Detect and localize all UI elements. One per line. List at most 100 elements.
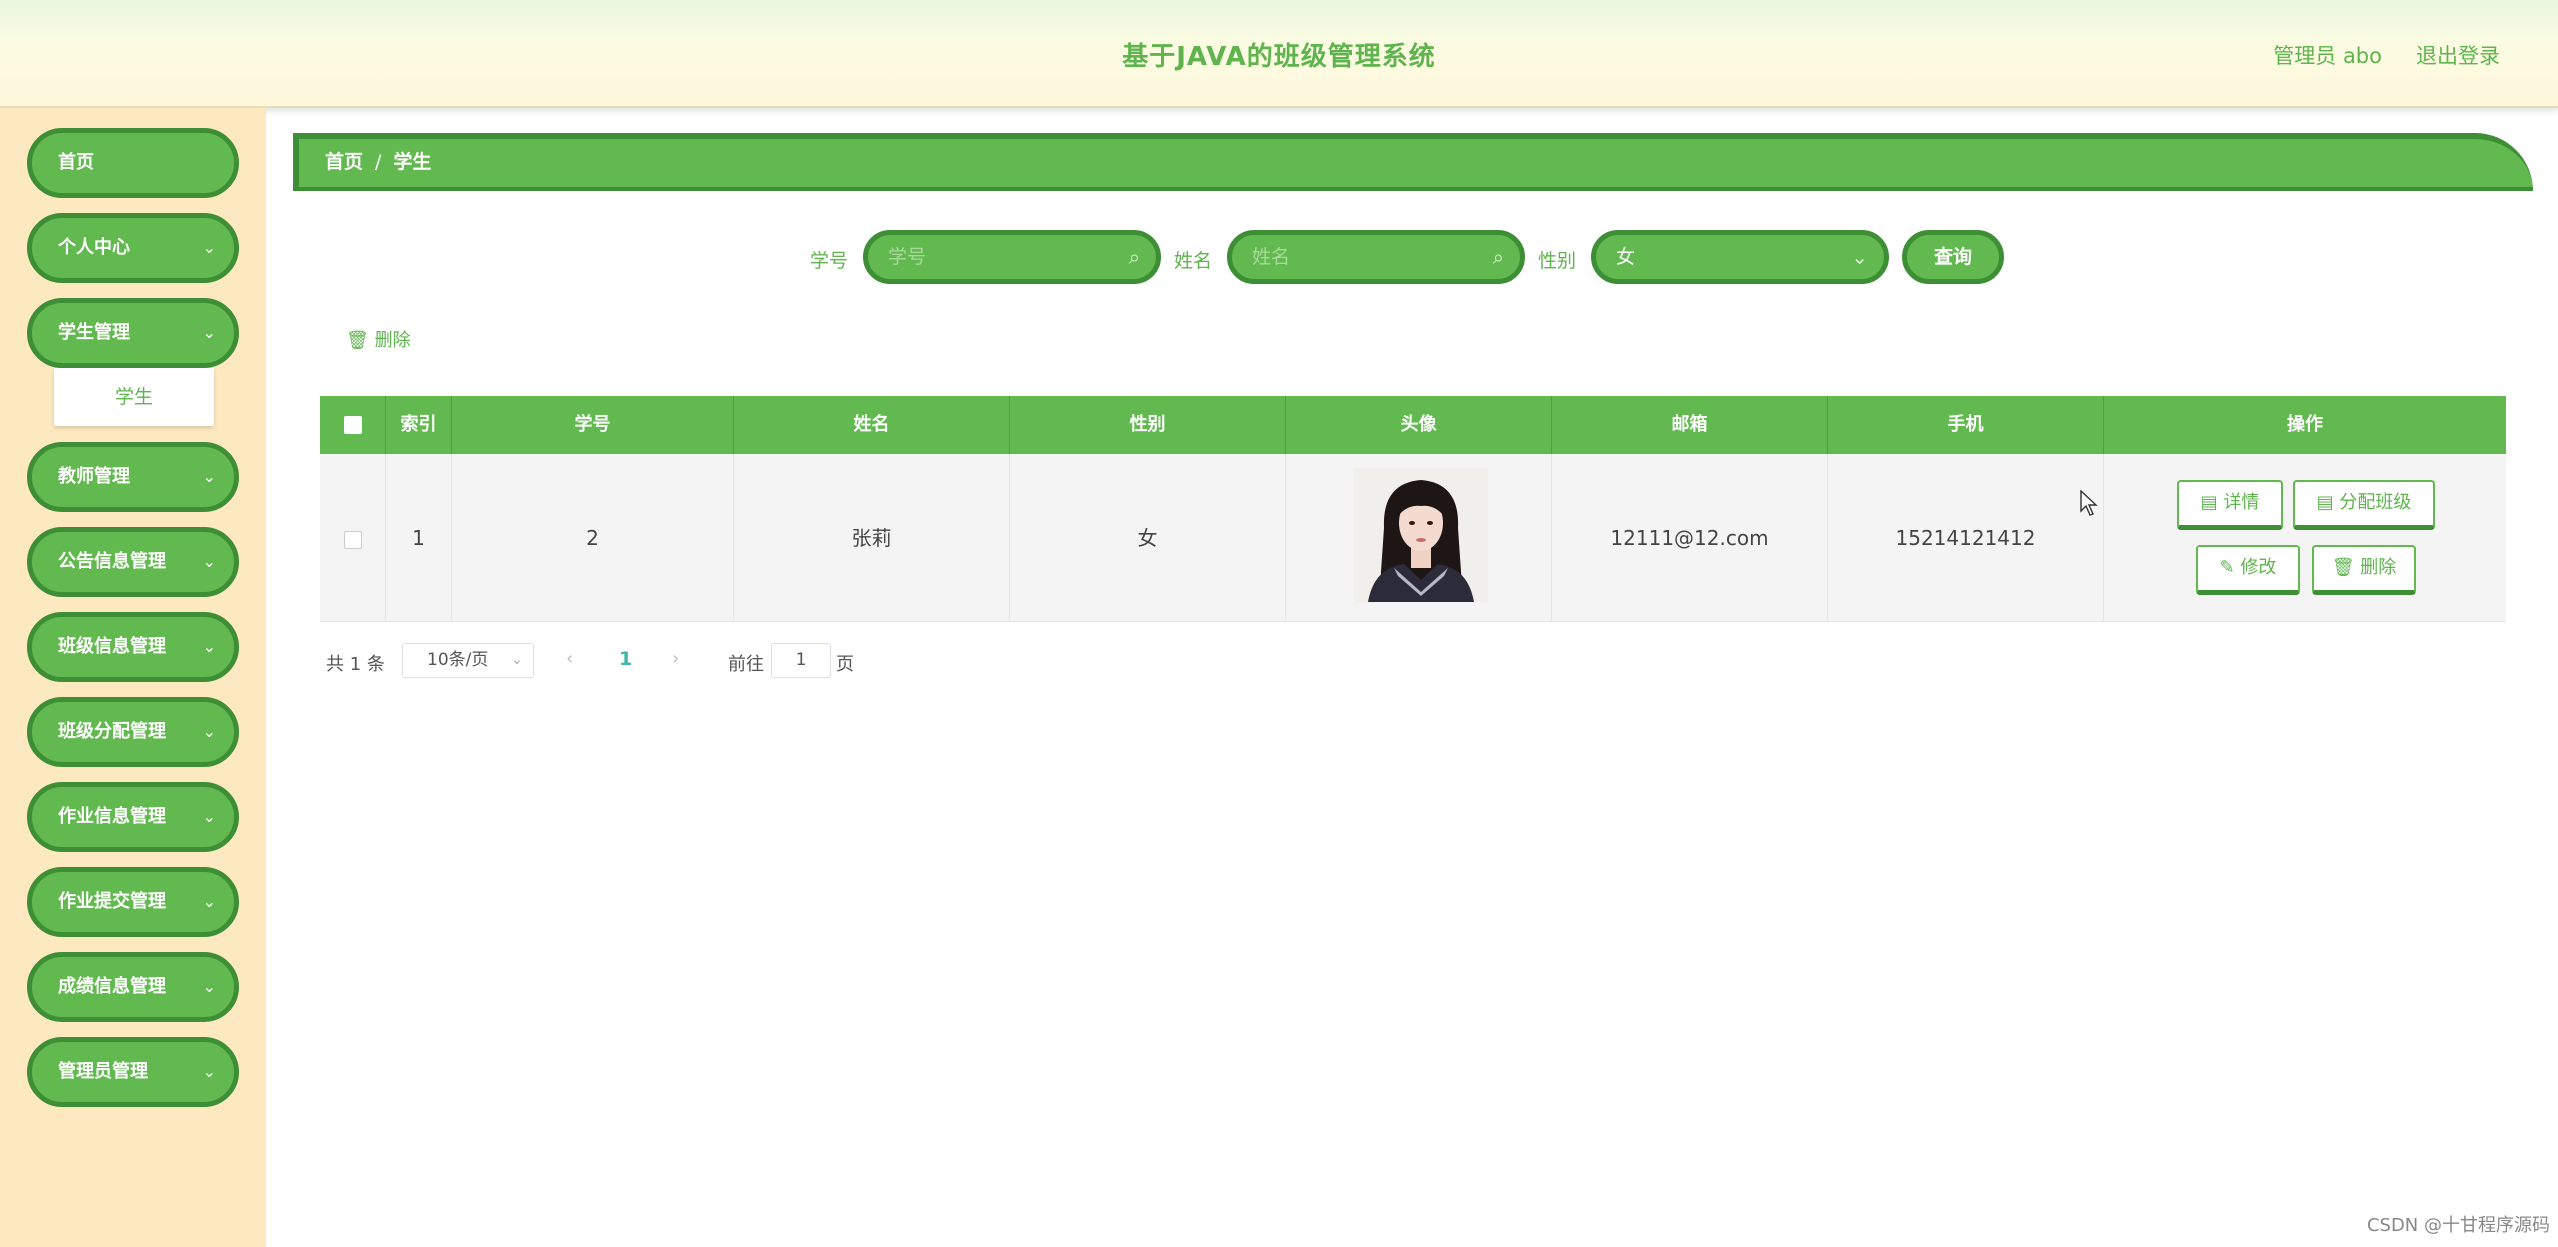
document-icon: ▤ bbox=[2200, 492, 2218, 513]
detail-button[interactable]: ▤ 详情 bbox=[2177, 480, 2283, 530]
pagination-total: 共 1 条 bbox=[326, 654, 385, 675]
sidebar-item-teacher-management[interactable]: 教师管理 ⌄ bbox=[27, 442, 239, 512]
sidebar-item-homework-submission-management[interactable]: 作业提交管理 ⌄ bbox=[27, 867, 239, 937]
edit-button[interactable]: ✎ 修改 bbox=[2196, 545, 2300, 595]
col-header-avatar: 头像 bbox=[1286, 396, 1552, 454]
page-suffix-label: 页 bbox=[836, 654, 854, 675]
app-title: 基于JAVA的班级管理系统 bbox=[1122, 42, 1436, 72]
current-page-number[interactable]: 1 bbox=[619, 648, 632, 670]
student-avatar-image bbox=[1354, 468, 1488, 602]
chevron-down-icon: ⌄ bbox=[202, 467, 216, 486]
cell-index: 1 bbox=[386, 454, 452, 622]
table-header: 索引 学号 姓名 性别 头像 邮箱 手机 操作 bbox=[320, 396, 2506, 454]
sidebar-item-admin-management[interactable]: 管理员管理 ⌄ bbox=[27, 1037, 239, 1107]
query-button[interactable]: 查询 bbox=[1902, 230, 2004, 284]
cell-gender: 女 bbox=[1010, 454, 1286, 622]
trash-icon: 🗑 bbox=[346, 330, 369, 351]
chevron-down-icon: ⌄ bbox=[202, 892, 216, 911]
prev-page-icon[interactable]: ‹ bbox=[566, 648, 573, 669]
mouse-cursor-icon bbox=[2080, 489, 2098, 520]
select-all-cell bbox=[320, 396, 386, 454]
breadcrumb: 首页 / 学生 bbox=[293, 133, 2533, 191]
chevron-down-icon: ⌄ bbox=[202, 323, 216, 342]
top-header: 基于JAVA的班级管理系统 管理员 abo 退出登录 bbox=[0, 0, 2558, 108]
sidebar-item-label: 教师管理 bbox=[58, 466, 130, 487]
sidebar-item-grade-info-management[interactable]: 成绩信息管理 ⌄ bbox=[27, 952, 239, 1022]
chevron-down-icon: ⌄ bbox=[511, 652, 523, 668]
student-no-input[interactable]: 学号 ⌕ bbox=[863, 230, 1161, 284]
sidebar-item-label: 管理员管理 bbox=[58, 1061, 148, 1082]
student-no-label: 学号 bbox=[810, 250, 849, 272]
row-select-cell bbox=[320, 454, 386, 622]
sidebar-item-class-info-management[interactable]: 班级信息管理 ⌄ bbox=[27, 612, 239, 682]
sidebar-item-label: 成绩信息管理 bbox=[58, 976, 166, 997]
sidebar-item-label: 学生管理 bbox=[58, 322, 130, 343]
select-all-checkbox[interactable] bbox=[343, 416, 362, 434]
cell-email: 12111@12.com bbox=[1552, 454, 1828, 622]
next-page-icon[interactable]: › bbox=[672, 648, 679, 669]
sidebar-item-label: 公告信息管理 bbox=[58, 551, 166, 572]
sidebar-item-personal-center[interactable]: 个人中心 ⌄ bbox=[27, 213, 239, 283]
name-placeholder: 姓名 bbox=[1252, 246, 1291, 268]
col-header-gender: 性别 bbox=[1010, 396, 1286, 454]
page-size-value: 10条/页 bbox=[427, 650, 489, 670]
sidebar-subitem-student[interactable]: 学生 bbox=[54, 368, 214, 426]
sidebar-item-home[interactable]: 首页 bbox=[27, 128, 239, 198]
sidebar-item-homework-info-management[interactable]: 作业信息管理 ⌄ bbox=[27, 782, 239, 852]
cell-student-no: 2 bbox=[452, 454, 734, 622]
logout-link[interactable]: 退出登录 bbox=[2416, 40, 2500, 70]
cell-name: 张莉 bbox=[734, 454, 1010, 622]
col-header-email: 邮箱 bbox=[1552, 396, 1828, 454]
search-icon: ⌕ bbox=[1128, 245, 1140, 269]
page-size-select[interactable]: 10条/页 ⌄ bbox=[402, 643, 534, 678]
sidebar-item-label: 班级信息管理 bbox=[58, 636, 166, 657]
sidebar-item-class-assignment-management[interactable]: 班级分配管理 ⌄ bbox=[27, 697, 239, 767]
admin-user-label: 管理员 abo bbox=[2273, 44, 2382, 68]
chevron-down-icon: ⌄ bbox=[202, 977, 216, 996]
name-label: 姓名 bbox=[1174, 250, 1213, 272]
detail-button-label: 详情 bbox=[2223, 492, 2260, 513]
sidebar-item-label: 班级分配管理 bbox=[58, 721, 166, 742]
gender-select[interactable]: 女 ⌄ bbox=[1591, 230, 1889, 284]
breadcrumb-separator: / bbox=[375, 151, 382, 173]
assign-class-button[interactable]: ▤ 分配班级 bbox=[2293, 480, 2435, 530]
col-header-index: 索引 bbox=[386, 396, 452, 454]
trash-icon: 🗑 bbox=[2331, 557, 2355, 578]
chevron-down-icon: ⌄ bbox=[202, 1062, 216, 1081]
pencil-icon: ✎ bbox=[2219, 557, 2235, 578]
bulk-delete-button[interactable]: 🗑 删除 bbox=[346, 326, 411, 352]
chevron-down-icon: ⌄ bbox=[202, 807, 216, 826]
student-no-placeholder: 学号 bbox=[888, 246, 927, 268]
chevron-down-icon: ⌄ bbox=[202, 238, 216, 257]
sidebar-item-label: 个人中心 bbox=[58, 237, 130, 258]
goto-label: 前往 bbox=[728, 654, 764, 675]
sidebar-item-notice-management[interactable]: 公告信息管理 ⌄ bbox=[27, 527, 239, 597]
sidebar-item-label: 作业提交管理 bbox=[58, 891, 166, 912]
chevron-down-icon: ⌄ bbox=[202, 637, 216, 656]
bulk-delete-label: 删除 bbox=[374, 330, 411, 351]
name-input[interactable]: 姓名 ⌕ bbox=[1227, 230, 1525, 284]
chevron-down-icon: ⌄ bbox=[202, 722, 216, 741]
sidebar-item-student-management[interactable]: 学生管理 ⌄ bbox=[27, 298, 239, 368]
breadcrumb-current: 学生 bbox=[393, 151, 432, 173]
row-delete-button[interactable]: 🗑 删除 bbox=[2312, 545, 2416, 595]
chevron-down-icon: ⌄ bbox=[1851, 245, 1868, 269]
col-header-name: 姓名 bbox=[734, 396, 1010, 454]
edit-button-label: 修改 bbox=[2240, 557, 2277, 578]
chevron-down-icon: ⌄ bbox=[202, 552, 216, 571]
document-icon: ▤ bbox=[2316, 492, 2334, 513]
gender-label: 性别 bbox=[1538, 250, 1577, 272]
sidebar-item-label: 作业信息管理 bbox=[58, 806, 166, 827]
row-checkbox[interactable] bbox=[343, 530, 362, 549]
cell-phone: 15214121412 bbox=[1828, 454, 2104, 622]
row-delete-button-label: 删除 bbox=[2360, 557, 2397, 578]
gender-selected-value: 女 bbox=[1616, 246, 1636, 268]
col-header-actions: 操作 bbox=[2287, 414, 2323, 435]
breadcrumb-home[interactable]: 首页 bbox=[325, 151, 363, 173]
csdn-watermark: CSDN @十甘程序源码 bbox=[2366, 1215, 2550, 1236]
goto-page-input[interactable]: 1 bbox=[771, 643, 831, 678]
col-header-phone: 手机 bbox=[1828, 396, 2104, 454]
sidebar-item-label: 首页 bbox=[58, 152, 94, 173]
assign-class-button-label: 分配班级 bbox=[2339, 492, 2412, 513]
col-header-student-no: 学号 bbox=[452, 396, 734, 454]
